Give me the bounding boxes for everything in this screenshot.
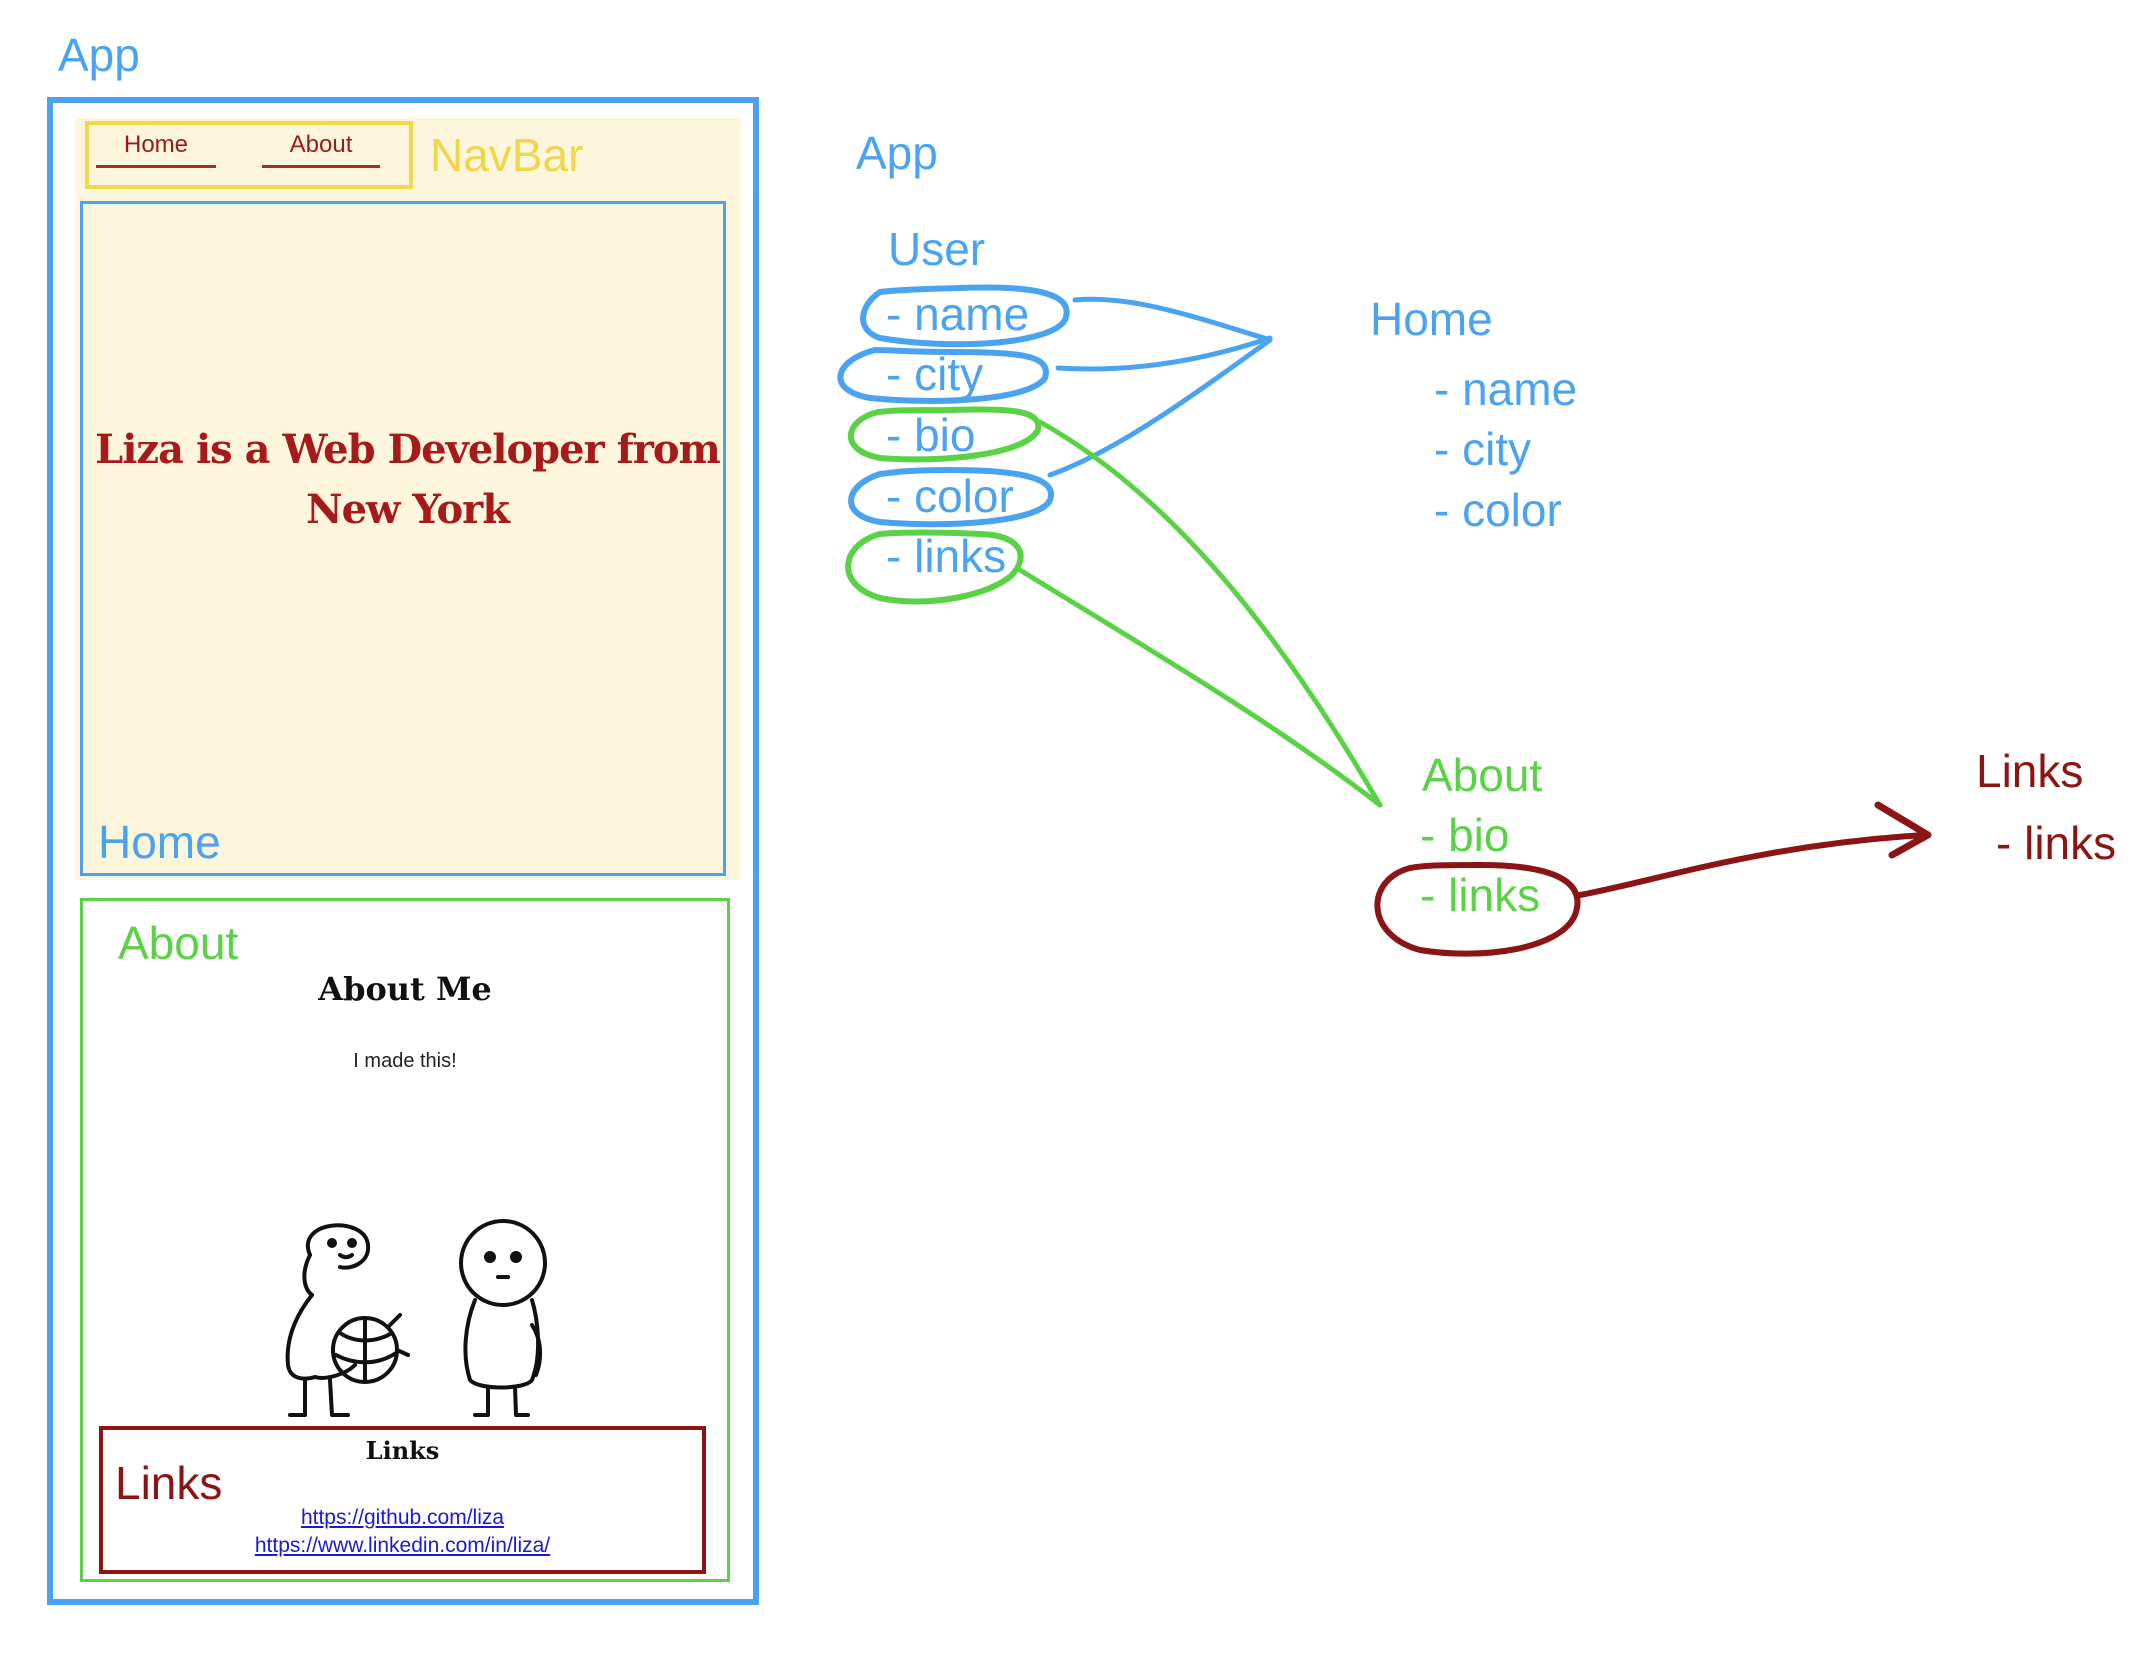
arrow-right-icon: [1874, 801, 1932, 859]
circle-name: [860, 284, 1070, 348]
arrow-about-to-links: [1577, 832, 1928, 898]
circle-links: [845, 529, 1024, 605]
connector-overlay: [837, 284, 1932, 957]
line-color-home: [1047, 337, 1273, 478]
line-links-about: [1017, 567, 1383, 808]
circle-about-links: [1374, 862, 1581, 957]
circle-bio: [847, 406, 1042, 463]
circle-color: [848, 467, 1055, 528]
circle-city: [837, 347, 1049, 404]
line-name-home: [1072, 296, 1273, 343]
